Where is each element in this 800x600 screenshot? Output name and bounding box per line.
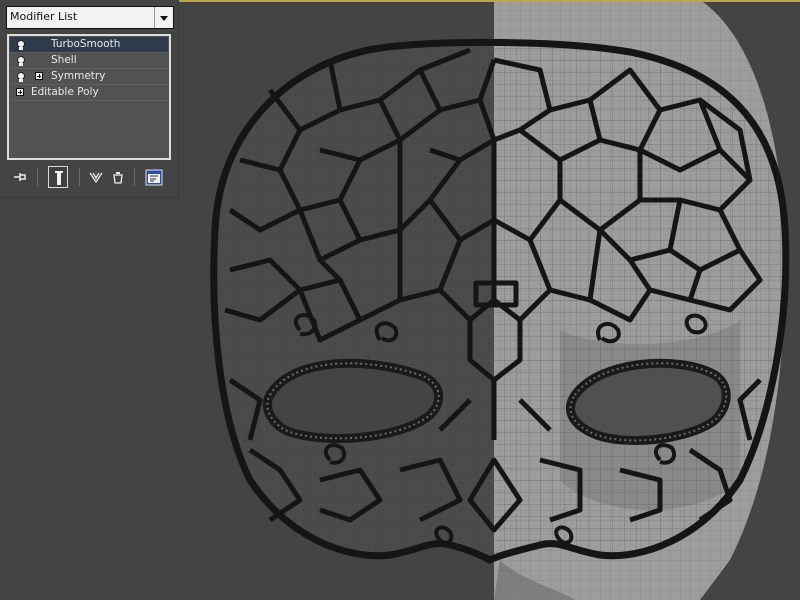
- modifier-list-label: Modifier List: [10, 10, 78, 23]
- active-viewport-border: [178, 0, 800, 2]
- mask-eye-right: [566, 358, 731, 445]
- lightbulb-icon[interactable]: [17, 40, 25, 50]
- modifier-panel: Modifier List TurboSmooth Shell Symmetry…: [0, 0, 179, 198]
- remove-modifier-icon[interactable]: [108, 166, 128, 188]
- mask-eye-left: [262, 358, 444, 443]
- show-end-result-icon[interactable]: [48, 166, 68, 188]
- make-unique-icon[interactable]: [86, 166, 106, 188]
- max-window: Modifier List TurboSmooth Shell Symmetry…: [0, 0, 800, 600]
- dropdown-arrow-icon[interactable]: [154, 7, 173, 28]
- stack-item-label: Symmetry: [51, 70, 106, 82]
- mask-wireframe: [210, 38, 790, 564]
- lightbulb-icon[interactable]: [17, 56, 25, 66]
- stack-item-symmetry[interactable]: Symmetry: [10, 69, 168, 85]
- configure-modifier-sets-icon[interactable]: [144, 166, 164, 188]
- stack-item-label: Editable Poly: [31, 86, 99, 98]
- plus-icon[interactable]: [35, 72, 43, 80]
- pin-stack-icon[interactable]: [10, 166, 30, 188]
- stack-item-label: Shell: [51, 54, 77, 66]
- modifier-list-dropdown[interactable]: Modifier List: [6, 6, 174, 29]
- stack-item-label: TurboSmooth: [51, 38, 121, 50]
- toolbar-separator: [37, 168, 38, 186]
- stack-item-turbosmooth[interactable]: TurboSmooth: [10, 37, 168, 53]
- lightbulb-icon[interactable]: [17, 72, 25, 82]
- modifier-stack[interactable]: TurboSmooth Shell Symmetry Editable Poly: [7, 34, 171, 160]
- toolbar-separator: [134, 168, 135, 186]
- toolbar-separator: [79, 168, 80, 186]
- stack-item-editable-poly[interactable]: Editable Poly: [10, 85, 168, 101]
- modifier-stack-toolbar: [8, 166, 172, 188]
- stack-item-shell[interactable]: Shell: [10, 53, 168, 69]
- plus-icon[interactable]: [16, 88, 24, 96]
